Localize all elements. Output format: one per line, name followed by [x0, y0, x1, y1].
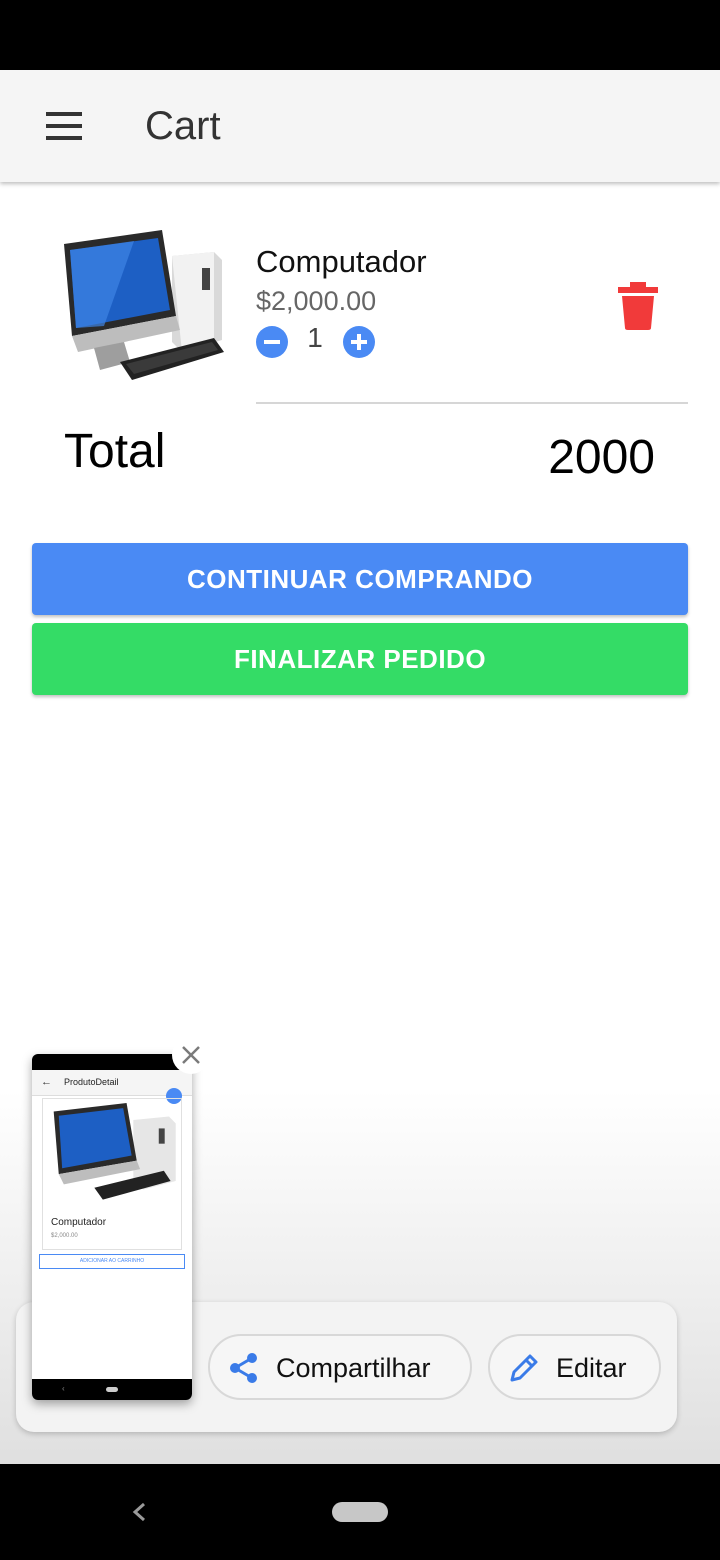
thumbnail-nav-bar: ‹: [32, 1379, 192, 1400]
finish-order-button[interactable]: FINALIZAR PEDIDO: [32, 623, 688, 695]
trash-icon[interactable]: [618, 282, 658, 330]
thumbnail-back-icon: ‹: [62, 1384, 65, 1393]
close-icon[interactable]: [172, 1036, 210, 1074]
share-button[interactable]: Compartilhar: [208, 1334, 472, 1400]
edit-label: Editar: [556, 1353, 627, 1383]
nav-back-icon[interactable]: [124, 1494, 154, 1530]
thumbnail-add-to-cart-button: ADICIONAR AO CARRINHO: [39, 1254, 185, 1269]
menu-icon[interactable]: [40, 106, 88, 146]
total-label: Total: [64, 425, 166, 478]
total-value: 2000: [548, 431, 655, 484]
continue-shopping-button[interactable]: CONTINUAR COMPRANDO: [32, 543, 688, 615]
page-title: Cart: [145, 104, 221, 148]
thumbnail-product-card: Computador $2,000.00: [42, 1098, 182, 1250]
status-bar: [0, 0, 720, 70]
thumbnail-home-icon: [106, 1387, 118, 1392]
back-arrow-icon: ←: [41, 1076, 52, 1088]
screenshot-thumbnail[interactable]: ← ProdutoDetail Computador $2,000.00 ADI…: [32, 1054, 192, 1400]
edit-button[interactable]: Editar: [488, 1334, 661, 1400]
thumbnail-product-image: [53, 1103, 176, 1200]
quantity-value: 1: [307, 322, 323, 353]
item-divider: [256, 402, 688, 404]
nav-home-button[interactable]: [332, 1502, 388, 1522]
thumbnail-title: ProdutoDetail: [64, 1077, 119, 1087]
share-icon: [230, 1353, 257, 1383]
pencil-icon: [510, 1354, 538, 1382]
system-nav-bar: [0, 1464, 720, 1560]
item-name: Computador: [256, 244, 427, 279]
thumbnail-product-price: $2,000.00: [51, 1233, 78, 1239]
thumbnail-status-bar: [32, 1054, 192, 1070]
thumbnail-product-name: Computador: [51, 1217, 107, 1228]
product-image: [64, 230, 224, 380]
share-label: Compartilhar: [276, 1353, 431, 1383]
app-bar: Cart: [0, 70, 720, 182]
cart-item: Computador $2,000.00 1: [0, 182, 720, 412]
increase-quantity-button[interactable]: [343, 326, 375, 358]
item-price: $2,000.00: [256, 286, 377, 316]
decrease-quantity-button[interactable]: [256, 326, 288, 358]
